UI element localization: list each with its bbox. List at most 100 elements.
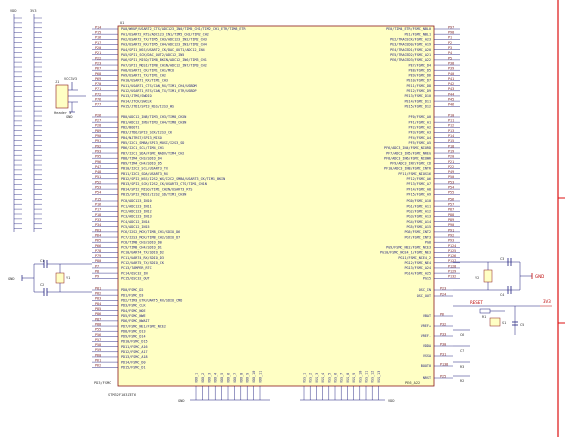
pin-number: P77 xyxy=(95,103,101,107)
pin-number: P88 xyxy=(448,213,454,217)
pin-function: PF0/FSMC_A0 xyxy=(409,115,431,119)
pin-number: P16 xyxy=(95,36,101,40)
pin-function: PE13/FSMC_D10 xyxy=(404,94,431,98)
pin-number: P25 xyxy=(440,374,446,378)
vss-pin-label: VSS_5 xyxy=(327,373,331,383)
pin-number: P23 xyxy=(95,61,101,65)
pin-function: PG8 xyxy=(425,240,431,244)
pin-function: PE10/FSMC_D7 xyxy=(407,79,432,83)
pin-number: P24 xyxy=(440,292,446,296)
pin-function: PB9/TIM4_CH4/SDIO_D5 xyxy=(121,162,162,166)
pin-function: OSC_IN xyxy=(419,288,431,292)
vss-pin-label: VSS_7 xyxy=(340,373,344,383)
pin-number: P89 xyxy=(95,129,101,133)
vdd-pin-label: VDD_1 xyxy=(195,373,199,383)
pin-number: P48 xyxy=(95,170,101,174)
pin-number: P91 xyxy=(95,139,101,143)
pin-function: PB0/ADC12_IN8/TIM3_CH3/TIM8_CH2N xyxy=(121,115,186,119)
c-vdda-ref: C7 xyxy=(460,349,464,353)
pin-number: P93 xyxy=(95,149,101,153)
pin-number: P82 xyxy=(95,292,101,296)
pin-number: P22 xyxy=(95,56,101,60)
pin-number: P21 xyxy=(95,51,101,55)
pin-number: P20 xyxy=(95,46,101,50)
pin-function: PB14/SPI2_MISO/TIM1_CH2N/USART3_RTS xyxy=(121,187,192,191)
right-gnd-label: GND xyxy=(535,274,544,279)
pin-function: PC7/I2S3_MCK/TIM8_CH2/SDIO_D7 xyxy=(121,235,180,239)
pin-number: P57 xyxy=(95,338,101,342)
pin-number: P87 xyxy=(95,317,101,321)
cap-c3-ref: C3 xyxy=(500,257,504,261)
pin-number: P71 xyxy=(95,87,101,91)
pin-function: VDDA xyxy=(423,344,431,348)
pin-function: PD7/FSMC_NE1/FSMC_NCE2 xyxy=(121,324,166,328)
mcu-ref: U1 xyxy=(120,21,124,25)
pin-function: PA14/JTCK/SWCLK xyxy=(121,99,153,103)
pin-number: P86 xyxy=(95,312,101,316)
pin-number: P9 xyxy=(95,275,99,279)
pin-function: PF7/ADC3_IN5/FSMC_NREG xyxy=(386,151,431,155)
pin-function: PB7/I2C1_SDA/FSMC_NADV/TIM4_CH2 xyxy=(121,151,184,155)
pin-number: P15 xyxy=(95,197,101,201)
pin-number: P90 xyxy=(95,134,101,138)
pin-number: P22 xyxy=(448,165,454,169)
pin-function: PG15 xyxy=(423,276,431,280)
pin-number: P54 xyxy=(448,186,454,190)
pin-number: P92 xyxy=(95,144,101,148)
pin-function: PE3/TRACED0/FSMC_A19 xyxy=(390,43,431,47)
vdd-pin-label: VDD_2 xyxy=(201,373,205,383)
pin-function: PD9/FSMC_D14 xyxy=(121,335,146,339)
pin-number: P7 xyxy=(95,264,99,268)
pin-number: P32 xyxy=(440,322,446,326)
pin-function: PE0/TIM4_ETR/FSMC_NBL0 xyxy=(386,27,431,31)
c-vbat-ref: C6 xyxy=(460,333,464,337)
rail-label: VDD xyxy=(10,9,17,13)
pin-number: P83 xyxy=(95,297,101,301)
pin-number: P78 xyxy=(95,249,101,253)
pin-function: PE9/FSMC_D6 xyxy=(409,74,431,78)
pin-number: P42 xyxy=(448,82,454,86)
pin-number: P52 xyxy=(95,180,101,184)
pin-function: PD1/FSMC_D3 xyxy=(121,293,143,297)
pin-number: P14 xyxy=(448,134,454,138)
pin-function: PG5/FSMC_A15 xyxy=(407,225,432,229)
pin-number: P12 xyxy=(448,124,454,128)
vdd-pin-label: VDD_3 xyxy=(207,373,211,383)
pin-number: P17 xyxy=(95,41,101,45)
left-decoupling-bundles: VDD 3V3 xyxy=(10,9,42,232)
schematic-canvas: VDD 3V3 VCC3V3 J1 Header 3 GND GND C1 C2 … xyxy=(8,0,565,437)
pin-number: P18 xyxy=(448,144,454,148)
pin-function: PD12/FSMC_A17 xyxy=(121,350,148,354)
pin-function: PC11/UART4_RX/SDIO_D3 xyxy=(121,256,164,260)
pin-number: P55 xyxy=(448,191,454,195)
pin-number: P91 xyxy=(448,228,454,232)
pin-number: P128 xyxy=(448,264,456,268)
pin-function: PA7/SPI1_MOSI/TIM8_CH1N/ADC12_IN7/TIM3_C… xyxy=(121,63,207,67)
pin-number: P10 xyxy=(448,113,454,117)
pin-function: PG13/FSMC_A24 xyxy=(404,266,431,270)
pin-number: P125 xyxy=(448,249,456,253)
pin-number: P39 xyxy=(448,67,454,71)
vdd-pin-label: VDD_11 xyxy=(259,371,263,383)
pin-function: PA8/USART1_CK/TIM1_CH1/MCO xyxy=(121,68,174,72)
vdd-pin-label: VDD_8 xyxy=(239,373,243,383)
pin-function: PC1/ADC123_IN11 xyxy=(121,204,152,208)
pin-number: P2 xyxy=(448,41,452,45)
pin-function: PE7/FSMC_D4 xyxy=(409,63,431,67)
vss-pin-label: VSS_11 xyxy=(365,371,369,383)
pin-function: PF11/FSMC_NIOS16 xyxy=(398,172,431,176)
pin-function: PF5/FSMC_A5 xyxy=(409,141,431,145)
pin-number: P54 xyxy=(95,191,101,195)
pin-number: P93 xyxy=(448,239,454,243)
pin-function: PE12/FSMC_D9 xyxy=(407,89,432,93)
pin-function: PE2/TRACECK/FSMC_A23 xyxy=(390,38,431,42)
pin-function: PF2/FSMC_A2 xyxy=(409,126,431,130)
vdd-pin-label: VDD_10 xyxy=(252,371,256,383)
pin-number: P72 xyxy=(95,92,101,96)
j1-gnd: GND xyxy=(66,115,73,119)
pin-function: PD0/FSMC_D2 xyxy=(121,288,143,292)
vss-pin-label: VSS_13 xyxy=(377,371,381,383)
pin-function: NRST xyxy=(423,376,431,380)
pin-function: OSC_OUT xyxy=(417,294,431,298)
vss-pin-label: VSS_10 xyxy=(358,371,362,383)
